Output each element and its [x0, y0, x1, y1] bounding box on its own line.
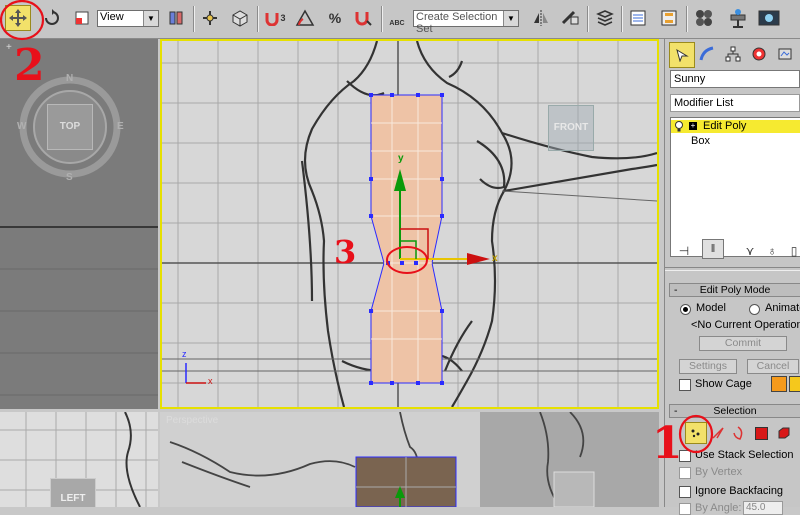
annotation-1: 1 [652, 418, 683, 469]
annotation-2: 2 [14, 40, 45, 91]
